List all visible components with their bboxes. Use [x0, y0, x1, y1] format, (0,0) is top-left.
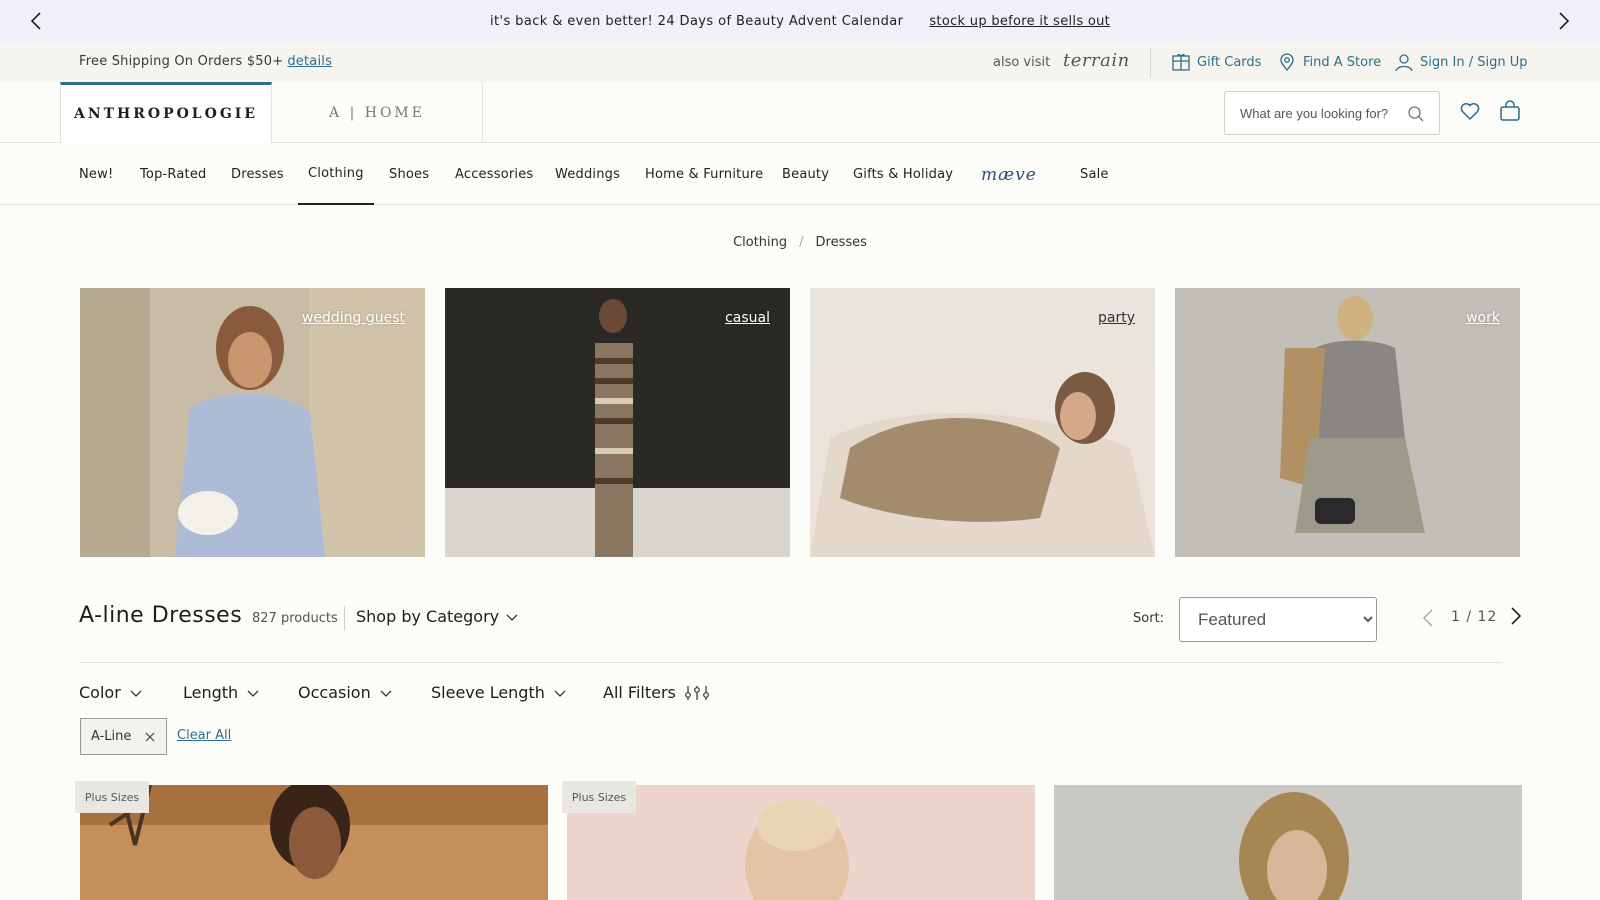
product-badge: Plus Sizes	[562, 781, 636, 813]
filter-length[interactable]: Length	[183, 683, 260, 702]
sort-select[interactable]: Featured	[1179, 597, 1377, 642]
product-badge: Plus Sizes	[75, 781, 149, 813]
utility-divider	[1150, 48, 1151, 78]
tile-label-wedding-guest: wedding guest	[301, 310, 405, 326]
shop-by-category-label: Shop by Category	[356, 607, 500, 626]
gift-cards-link[interactable]: Gift Cards	[1171, 51, 1261, 73]
product-image	[1054, 785, 1522, 900]
chevron-down-icon	[553, 686, 567, 700]
brand-tab-anthropologie[interactable]: ANTHROPOLOGIE	[60, 82, 272, 143]
category-tile-party[interactable]: party	[810, 288, 1155, 557]
brand-home-logo: A | HOME	[329, 104, 425, 121]
filter-sleeve-length[interactable]: Sleeve Length	[431, 683, 567, 702]
product-image	[80, 785, 548, 900]
find-store-label: Find A Store	[1303, 54, 1382, 70]
category-tile-casual[interactable]: casual	[445, 288, 790, 557]
site-header: ANTHROPOLOGIE A | HOME	[0, 82, 1600, 143]
filter-sleeve-length-label: Sleeve Length	[431, 683, 545, 702]
shopping-bag-icon[interactable]	[1498, 99, 1522, 123]
nav-item-home-furniture[interactable]: Home & Furniture	[645, 144, 763, 205]
pagination-next-icon[interactable]	[1504, 605, 1526, 627]
shipping-details-link[interactable]: details	[287, 54, 332, 69]
pagination-prev-icon[interactable]	[1418, 607, 1440, 629]
main-nav: New! Top-Rated Dresses Clothing Shoes Ac…	[0, 144, 1600, 205]
header-divider	[344, 606, 345, 630]
also-visit-label: also visit	[993, 55, 1051, 70]
nav-item-sale[interactable]: Sale	[1080, 144, 1109, 205]
party-photo	[810, 288, 1155, 557]
tile-label-casual: casual	[725, 310, 770, 326]
nav-item-clothing[interactable]: Clothing	[298, 144, 374, 205]
sliders-icon	[684, 685, 710, 701]
active-filter-chip[interactable]: A-Line	[80, 718, 167, 755]
breadcrumb: Clothing / Dresses	[0, 235, 1600, 250]
filter-color-label: Color	[79, 683, 121, 702]
brand-anthropologie-logo: ANTHROPOLOGIE	[73, 106, 259, 122]
sign-in-label: Sign In / Sign Up	[1420, 54, 1528, 70]
product-card[interactable]	[1054, 785, 1522, 900]
active-filter-label: A-Line	[91, 729, 132, 744]
user-icon	[1394, 52, 1414, 72]
filter-length-label: Length	[183, 683, 239, 702]
all-filters-label: All Filters	[603, 683, 676, 702]
terrain-logo-link[interactable]: terrain	[1063, 50, 1130, 71]
nav-item-dresses[interactable]: Dresses	[231, 144, 284, 205]
shop-by-category-dropdown[interactable]: Shop by Category	[356, 607, 519, 626]
chevron-down-icon	[246, 686, 260, 700]
promo-link[interactable]: stock up before it sells out	[929, 14, 1110, 29]
nav-item-weddings[interactable]: Weddings	[555, 144, 620, 205]
nav-item-gifts-holiday[interactable]: Gifts & Holiday	[853, 144, 953, 205]
filter-color[interactable]: Color	[79, 683, 143, 702]
nav-item-new[interactable]: New!	[79, 144, 113, 205]
product-card[interactable]	[80, 785, 548, 900]
clear-all-link[interactable]: Clear All	[177, 728, 231, 743]
utility-bar: Free Shipping On Orders $50+ details also…	[0, 42, 1600, 82]
breadcrumb-clothing[interactable]: Clothing	[733, 235, 787, 250]
chevron-down-icon	[379, 686, 393, 700]
filter-divider	[79, 662, 1501, 663]
brand-tab-home[interactable]: A | HOME	[272, 82, 483, 143]
map-pin-icon	[1277, 52, 1297, 72]
casual-photo	[445, 288, 790, 557]
heart-icon[interactable]	[1458, 99, 1482, 123]
search-icon[interactable]	[1407, 105, 1425, 123]
product-image	[567, 785, 1035, 900]
sort-label: Sort:	[1133, 611, 1165, 626]
page-title: A-line Dresses	[79, 603, 243, 628]
pagination-info: 1 / 12	[1451, 609, 1498, 625]
filter-occasion[interactable]: Occasion	[298, 683, 393, 702]
close-icon[interactable]	[144, 731, 156, 743]
search-input[interactable]	[1240, 105, 1410, 121]
filter-all-filters[interactable]: All Filters	[603, 683, 710, 702]
gift-cards-label: Gift Cards	[1197, 54, 1262, 70]
chevron-left-icon[interactable]	[26, 10, 48, 32]
product-count: 827 products	[252, 611, 338, 626]
product-card[interactable]	[567, 785, 1035, 900]
nav-item-maeve[interactable]: mæve	[981, 144, 1037, 205]
sign-in-link[interactable]: Sign In / Sign Up	[1394, 51, 1527, 73]
search-box	[1224, 91, 1440, 135]
nav-item-shoes[interactable]: Shoes	[389, 144, 429, 205]
shipping-text: Free Shipping On Orders $50+	[79, 54, 284, 69]
nav-item-beauty[interactable]: Beauty	[782, 144, 829, 205]
category-tile-wedding-guest[interactable]: wedding guest	[80, 288, 425, 557]
chevron-down-icon	[505, 610, 519, 624]
find-store-link[interactable]: Find A Store	[1277, 51, 1381, 73]
chevron-right-icon[interactable]	[1552, 10, 1574, 32]
gift-card-icon	[1171, 52, 1191, 72]
tile-label-party: party	[1098, 310, 1135, 326]
work-photo	[1175, 288, 1520, 557]
breadcrumb-dresses[interactable]: Dresses	[816, 235, 867, 250]
breadcrumb-separator: /	[799, 235, 804, 250]
shipping-notice: Free Shipping On Orders $50+ details	[79, 54, 332, 69]
wedding-guest-photo	[80, 288, 425, 557]
promo-bar: it's back & even better! 24 Days of Beau…	[0, 0, 1600, 42]
nav-item-accessories[interactable]: Accessories	[455, 144, 533, 205]
nav-item-top-rated[interactable]: Top-Rated	[140, 144, 207, 205]
promo-message: it's back & even better! 24 Days of Beau…	[489, 13, 904, 29]
category-tile-work[interactable]: work	[1175, 288, 1520, 557]
tile-label-work: work	[1466, 310, 1500, 326]
filter-occasion-label: Occasion	[298, 683, 371, 702]
chevron-down-icon	[129, 686, 143, 700]
